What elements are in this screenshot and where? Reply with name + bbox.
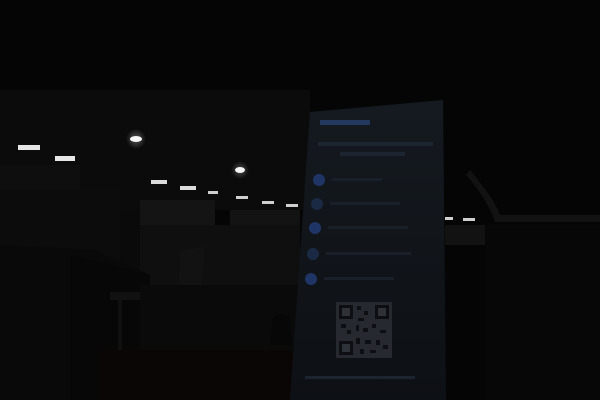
dark-hall-photo [0,0,600,400]
qr-code [336,302,392,358]
ceiling-light [286,204,298,207]
ceiling-light [445,217,453,220]
light-glow [126,129,146,149]
right-wall [485,225,600,400]
ceiling-light [18,145,40,150]
floor-mat [100,350,300,400]
ceiling-light [236,196,248,199]
bullet-icon [305,273,317,285]
ceiling-light [180,186,196,190]
ceiling-light [151,180,167,184]
bullet-icon [307,248,319,260]
back-wall [140,225,300,285]
bullet-icon [311,198,323,210]
bullet-icon [309,222,321,234]
banner-logo [320,120,370,125]
banner-heading-line [340,152,405,156]
photo-scene [0,0,600,400]
light-glow [231,161,249,179]
roll-up-banner [290,100,446,400]
ceiling-light [463,218,475,221]
ceiling-light [262,201,274,204]
banner-heading-line [318,142,433,146]
ceiling-light [55,156,75,161]
bullet-icon [313,174,325,186]
banner-bottom-line [305,376,415,379]
ceiling-light [208,191,218,194]
